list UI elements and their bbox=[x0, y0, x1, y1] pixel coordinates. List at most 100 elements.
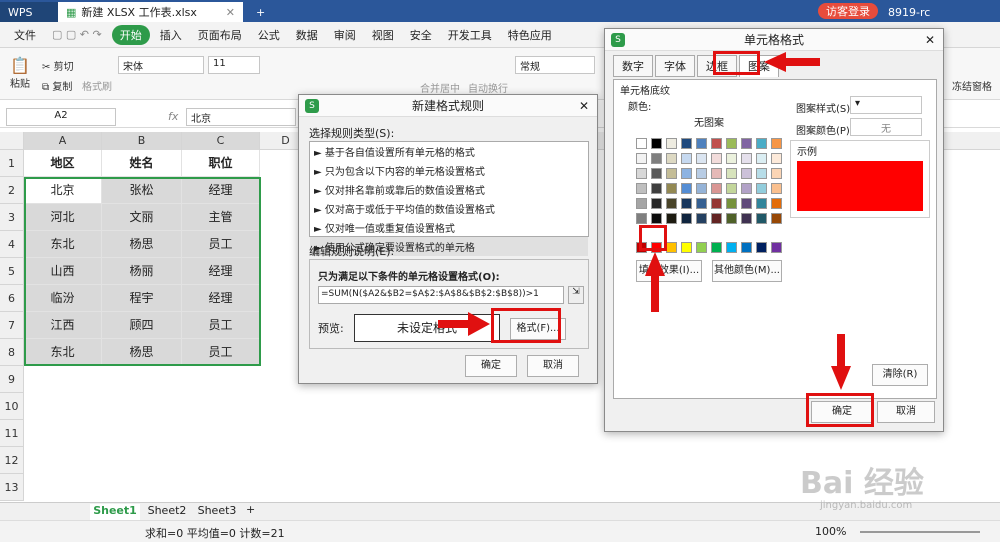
color-swatch[interactable] bbox=[636, 198, 647, 209]
color-swatch[interactable] bbox=[666, 198, 677, 209]
paste-button[interactable]: 📋 粘贴 bbox=[10, 56, 30, 90]
sheet-tab-1[interactable]: Sheet1 bbox=[90, 504, 140, 520]
cut-button[interactable]: ✂ 剪切 bbox=[42, 58, 74, 73]
color-swatch[interactable] bbox=[636, 183, 647, 194]
color-swatch[interactable] bbox=[636, 213, 647, 224]
row-header[interactable]: 3 bbox=[0, 204, 24, 231]
color-swatch[interactable] bbox=[726, 213, 737, 224]
row-header[interactable]: 10 bbox=[0, 393, 24, 420]
row-header[interactable]: 4 bbox=[0, 231, 24, 258]
color-swatch[interactable] bbox=[696, 138, 707, 149]
row-header[interactable]: 11 bbox=[0, 420, 24, 447]
close-icon[interactable]: ✕ bbox=[579, 95, 589, 117]
color-swatch[interactable] bbox=[756, 138, 767, 149]
color-swatch[interactable] bbox=[666, 242, 677, 253]
color-swatch[interactable] bbox=[651, 198, 662, 209]
row-header[interactable]: 12 bbox=[0, 447, 24, 474]
row-header[interactable]: 6 bbox=[0, 285, 24, 312]
header-cell-position[interactable]: 职位 bbox=[182, 150, 260, 177]
menu-formula[interactable]: 公式 bbox=[252, 25, 286, 45]
color-swatch[interactable] bbox=[741, 138, 752, 149]
color-swatch[interactable] bbox=[696, 168, 707, 179]
rule-item[interactable]: ► 只为包含以下内容的单元格设置格式 bbox=[310, 161, 588, 180]
pattern-color-select[interactable]: 无 bbox=[850, 118, 922, 136]
color-swatch[interactable] bbox=[696, 183, 707, 194]
color-swatch[interactable] bbox=[741, 213, 752, 224]
rule-item[interactable]: ► 基于各自值设置所有单元格的格式 bbox=[310, 142, 588, 161]
row-header[interactable]: 7 bbox=[0, 312, 24, 339]
color-swatch[interactable] bbox=[756, 168, 767, 179]
close-icon[interactable]: ✕ bbox=[925, 29, 935, 51]
color-swatch[interactable] bbox=[726, 198, 737, 209]
row-header[interactable]: 1 bbox=[0, 150, 24, 177]
color-swatch[interactable] bbox=[726, 168, 737, 179]
fx-icon[interactable]: fx bbox=[168, 110, 178, 123]
color-swatch[interactable] bbox=[771, 183, 782, 194]
range-picker-icon[interactable]: ⇲ bbox=[568, 286, 584, 304]
color-swatch[interactable] bbox=[756, 153, 767, 164]
row-header[interactable]: 8 bbox=[0, 339, 24, 366]
merge-button[interactable]: 合并居中 bbox=[420, 80, 460, 95]
copy-button[interactable]: ⧉ 复制 bbox=[42, 78, 72, 93]
col-header-b[interactable]: B bbox=[102, 132, 182, 150]
menu-review[interactable]: 审阅 bbox=[328, 25, 362, 45]
sheet-tab-2[interactable]: Sheet2 bbox=[145, 504, 189, 517]
select-all-corner[interactable] bbox=[0, 132, 24, 150]
login-button[interactable]: 访客登录 bbox=[818, 3, 878, 19]
menu-data[interactable]: 数据 bbox=[290, 25, 324, 45]
menu-dev[interactable]: 开发工具 bbox=[442, 25, 498, 45]
menu-start[interactable]: 开始 bbox=[111, 24, 150, 45]
row-header[interactable]: 13 bbox=[0, 474, 24, 501]
wps-logo-tab[interactable]: WPS bbox=[0, 2, 58, 22]
color-swatch[interactable] bbox=[681, 198, 692, 209]
sheet-tab-3[interactable]: Sheet3 bbox=[195, 504, 239, 517]
no-color-button[interactable]: 无图案 bbox=[694, 114, 724, 129]
number-format-select[interactable]: 常规 bbox=[515, 56, 595, 74]
color-swatch[interactable] bbox=[711, 213, 722, 224]
color-swatch[interactable] bbox=[666, 183, 677, 194]
rule-type-list[interactable]: ► 基于各自值设置所有单元格的格式 ► 只为包含以下内容的单元格设置格式 ► 仅… bbox=[309, 141, 589, 256]
row-header[interactable]: 2 bbox=[0, 177, 24, 204]
color-swatch[interactable] bbox=[651, 153, 662, 164]
color-swatch[interactable] bbox=[681, 213, 692, 224]
zoom-slider[interactable] bbox=[860, 531, 980, 533]
color-swatch[interactable] bbox=[711, 168, 722, 179]
header-cell-region[interactable]: 地区 bbox=[24, 150, 102, 177]
color-swatch[interactable] bbox=[726, 183, 737, 194]
color-swatch[interactable] bbox=[666, 213, 677, 224]
color-swatch[interactable] bbox=[696, 242, 707, 253]
color-swatch[interactable] bbox=[711, 183, 722, 194]
col-header-c[interactable]: C bbox=[182, 132, 260, 150]
color-swatch[interactable] bbox=[681, 168, 692, 179]
tab-font[interactable]: 字体 bbox=[655, 55, 695, 77]
pattern-style-select[interactable]: ▾ bbox=[850, 96, 922, 114]
tab-number[interactable]: 数字 bbox=[613, 55, 653, 77]
menu-special[interactable]: 特色应用 bbox=[502, 25, 558, 45]
color-swatch[interactable] bbox=[696, 198, 707, 209]
col-header-a[interactable]: A bbox=[24, 132, 102, 150]
color-swatch[interactable] bbox=[666, 153, 677, 164]
formula-rule-input[interactable]: =SUM(N($A2&$B2=$A$2:$A$8&$B$2:$B$8))>1 bbox=[318, 286, 564, 304]
color-swatch[interactable] bbox=[771, 138, 782, 149]
menu-insert[interactable]: 插入 bbox=[154, 25, 188, 45]
color-swatch[interactable] bbox=[726, 242, 737, 253]
color-swatch[interactable] bbox=[771, 242, 782, 253]
color-swatch[interactable] bbox=[741, 183, 752, 194]
color-swatch[interactable] bbox=[726, 153, 737, 164]
clear-button[interactable]: 清除(R) bbox=[872, 364, 928, 386]
color-swatch[interactable] bbox=[711, 153, 722, 164]
color-swatch[interactable] bbox=[636, 168, 647, 179]
color-swatch[interactable] bbox=[711, 198, 722, 209]
quick-access-icons[interactable]: ▢ ▢ ↶ ↷ bbox=[46, 26, 108, 43]
ok-button[interactable]: 确定 bbox=[465, 355, 517, 377]
color-swatch[interactable] bbox=[696, 213, 707, 224]
color-swatch[interactable] bbox=[636, 153, 647, 164]
more-colors-button[interactable]: 其他颜色(M)... bbox=[712, 260, 782, 282]
color-swatch[interactable] bbox=[681, 242, 692, 253]
color-swatch[interactable] bbox=[651, 168, 662, 179]
color-swatch[interactable] bbox=[651, 138, 662, 149]
color-swatch[interactable] bbox=[741, 168, 752, 179]
color-swatch[interactable] bbox=[756, 183, 767, 194]
rule-item[interactable]: ► 仅对排名靠前或靠后的数值设置格式 bbox=[310, 180, 588, 199]
file-tab[interactable]: ▦ 新建 XLSX 工作表.xlsx ✕ bbox=[58, 2, 243, 22]
